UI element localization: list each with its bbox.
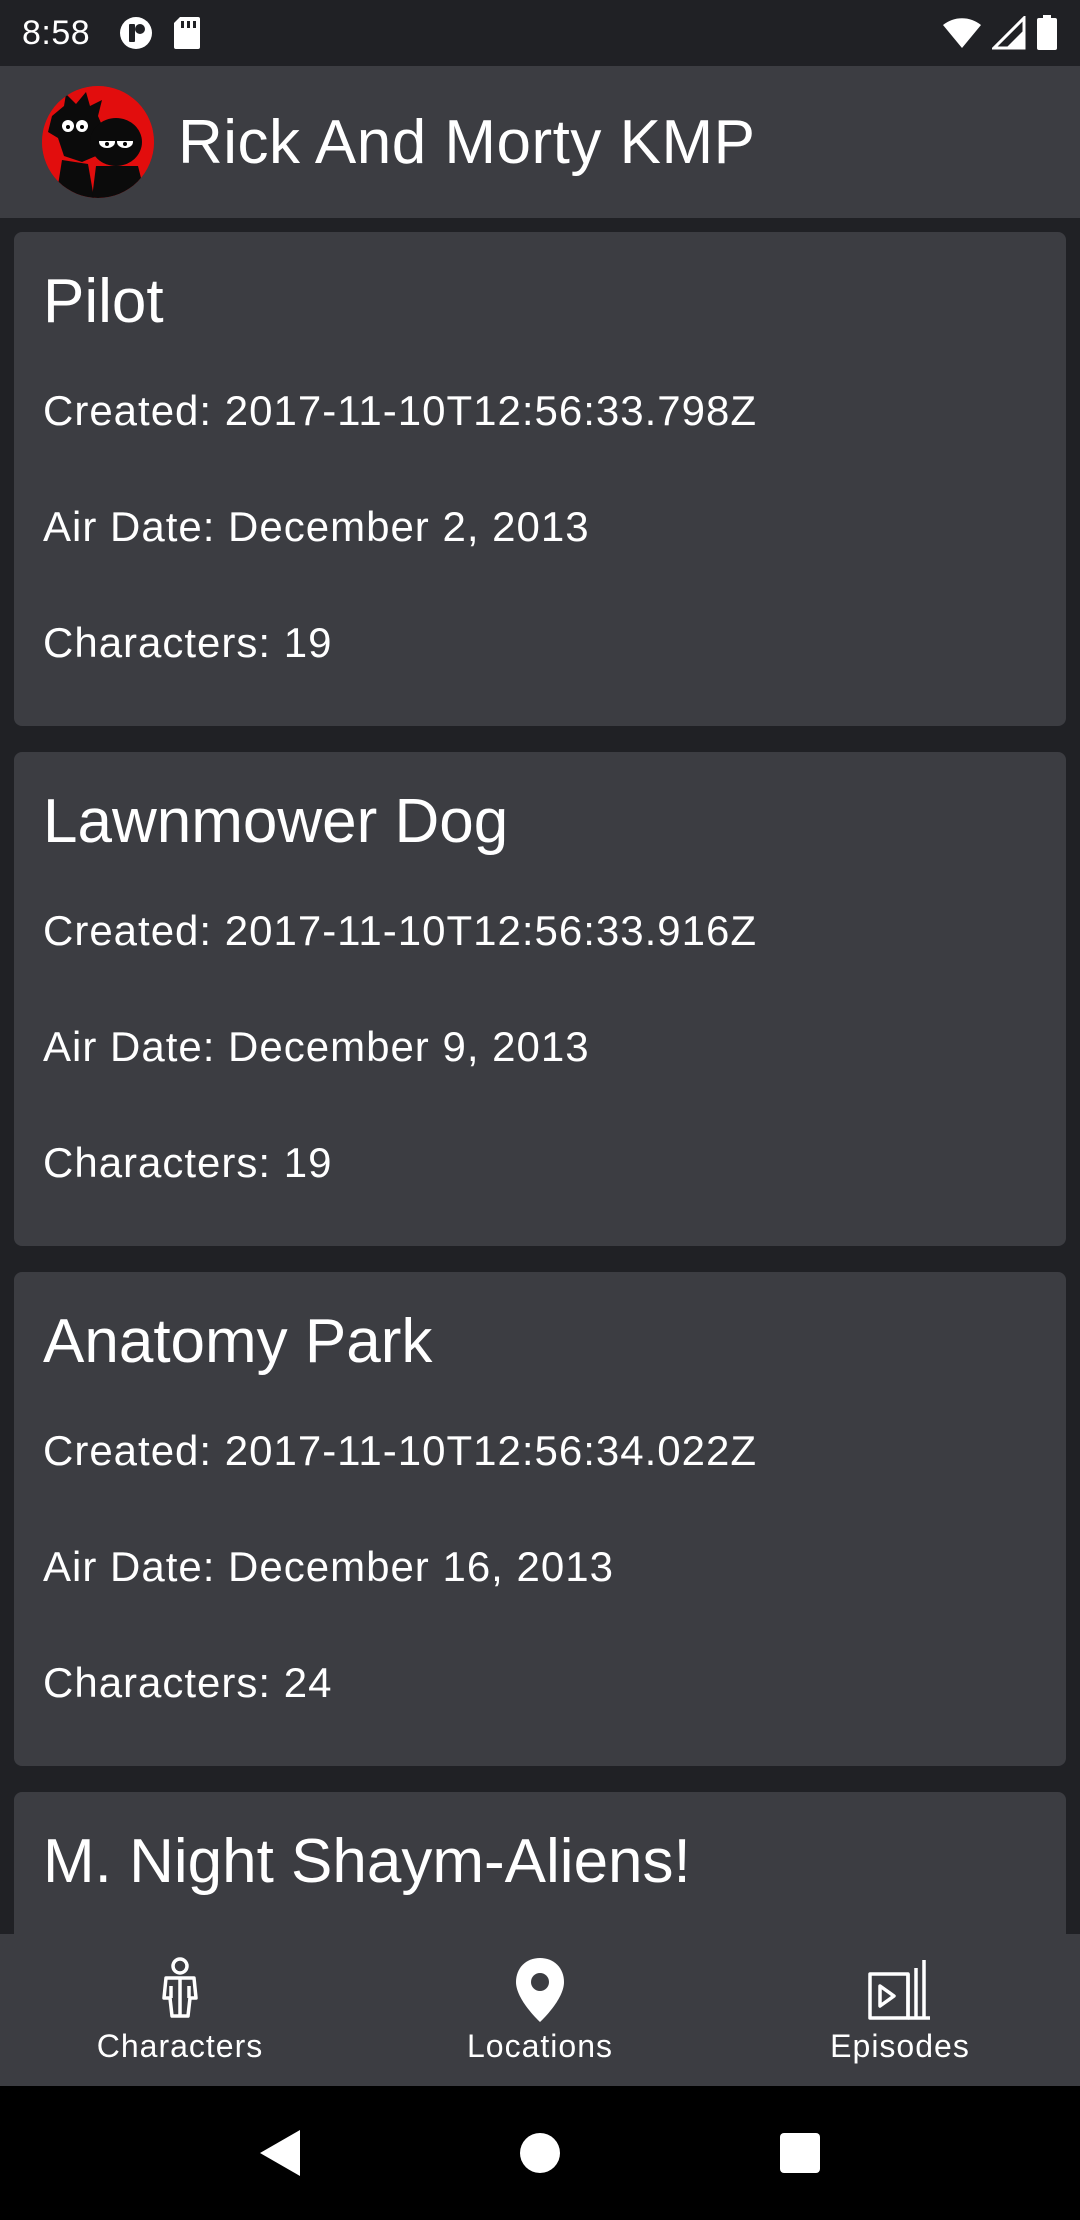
status-notification-icons [118,15,202,51]
app-logo-icon [42,86,154,198]
nav-item-episodes[interactable]: Episodes [720,1934,1080,2086]
episode-created: Created: 2017-11-10T12:56:34.022Z [43,1427,758,1474]
episode-name: Pilot [43,267,164,336]
system-navigation-bar [0,2086,1080,2220]
wifi-icon [943,18,981,48]
status-time: 8:58 [22,13,91,52]
nav-label-characters: Characters [96,2028,264,2064]
app-bar: Rick And Morty KMP [0,66,1080,218]
app-notification-icon [120,17,153,49]
location-pin-icon [516,1958,564,2022]
episode-card[interactable]: Anatomy Park Created: 2017-11-10T12:56:3… [14,1272,1066,1766]
home-circle-icon [520,2133,560,2173]
episode-created: Created: 2017-11-10T12:56:33.916Z [43,907,758,954]
episode-card[interactable]: Lawnmower Dog Created: 2017-11-10T12:56:… [14,752,1066,1246]
bottom-navigation: Characters Locations Episodes [0,1934,1080,2086]
recents-button[interactable] [770,2123,830,2183]
nav-label-episodes: Episodes [830,2028,970,2064]
episode-characters-count: Characters: 19 [43,619,333,666]
recents-square-icon [780,2133,820,2173]
sd-card-icon [174,17,201,49]
episode-card[interactable]: M. Night Shaym-Aliens! [14,1792,1066,1934]
episode-name: Anatomy Park [43,1307,433,1376]
status-system-icons [942,15,1058,51]
episode-air-date: Air Date: December 9, 2013 [43,1023,590,1070]
battery-icon [1037,15,1057,50]
episode-air-date: Air Date: December 2, 2013 [43,503,590,550]
episode-name: M. Night Shaym-Aliens! [43,1827,691,1896]
episode-created: Created: 2017-11-10T12:56:33.798Z [43,387,758,434]
episode-characters-count: Characters: 19 [43,1139,333,1186]
episode-list[interactable]: Pilot Created: 2017-11-10T12:56:33.798Z … [0,218,1080,1934]
back-button[interactable] [250,2123,310,2183]
signal-icon [992,16,1026,50]
back-triangle-icon [260,2130,300,2176]
nav-label-locations: Locations [467,2028,613,2064]
home-button[interactable] [510,2123,570,2183]
nav-item-characters[interactable]: Characters [0,1934,360,2086]
episode-card[interactable]: Pilot Created: 2017-11-10T12:56:33.798Z … [14,232,1066,726]
status-bar: 8:58 [0,0,1080,66]
episode-characters-count: Characters: 24 [43,1659,333,1706]
nav-item-locations[interactable]: Locations [360,1934,720,2086]
screen: 8:58 Rick And Morty KMP Pilot Created: 2… [0,0,1080,2220]
episode-air-date: Air Date: December 16, 2013 [43,1543,614,1590]
episodes-icon [868,1960,930,2020]
episode-name: Lawnmower Dog [43,787,509,856]
person-icon [162,1957,198,2018]
app-title: Rick And Morty KMP [178,107,756,177]
